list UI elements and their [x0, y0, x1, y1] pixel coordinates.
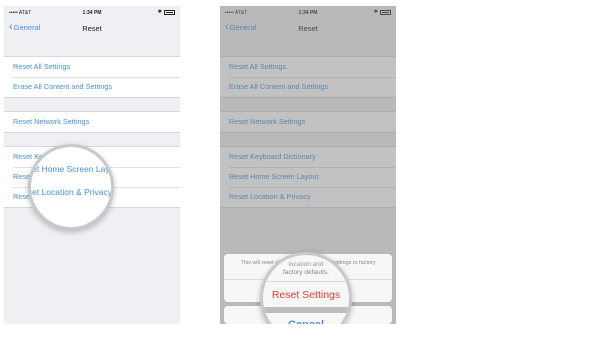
settings-group-reset: Reset All Settings Erase All Content and…: [4, 56, 180, 98]
status-icons: ✱: [158, 9, 175, 15]
magnified-message-line2: factory defaults.: [283, 269, 329, 276]
magnified-cancel-button[interactable]: Cancel: [263, 313, 349, 324]
navigation-bar: ‹ General Reset: [4, 19, 180, 42]
reset-all-settings-button[interactable]: Reset All Settings: [4, 57, 180, 77]
status-bar: ••••• AT&T 1:34 PM ✱: [4, 6, 180, 19]
reset-network-settings-button[interactable]: Reset Network Settings: [4, 112, 180, 132]
battery-icon: [164, 9, 175, 15]
magnifier-loupe: Reset Home Screen Layout Reset Location …: [28, 144, 114, 230]
magnifier-loupe: location and factory defaults. Reset Set…: [260, 252, 352, 324]
page-title: Reset: [82, 24, 102, 33]
settings-group-network: Reset Network Settings: [4, 111, 180, 133]
magnified-message-line1: location and: [288, 261, 324, 268]
status-time: 1:34 PM: [82, 10, 102, 16]
reset-screen-left: ••••• AT&T 1:34 PM ✱ ‹ General Reset Res…: [4, 6, 180, 324]
magnified-home-screen-layout: Reset Home Screen Layout: [28, 164, 111, 174]
magnified-location-privacy[interactable]: Reset Location & Privacy: [31, 187, 111, 197]
magnified-reset-settings-button[interactable]: Reset Settings: [263, 281, 349, 309]
bluetooth-icon: ✱: [157, 9, 162, 15]
erase-all-content-button[interactable]: Erase All Content and Settings: [4, 77, 180, 97]
reset-screen-right: ••••• AT&T 1:34 PM ✱ ‹ General Reset Res…: [220, 6, 396, 324]
